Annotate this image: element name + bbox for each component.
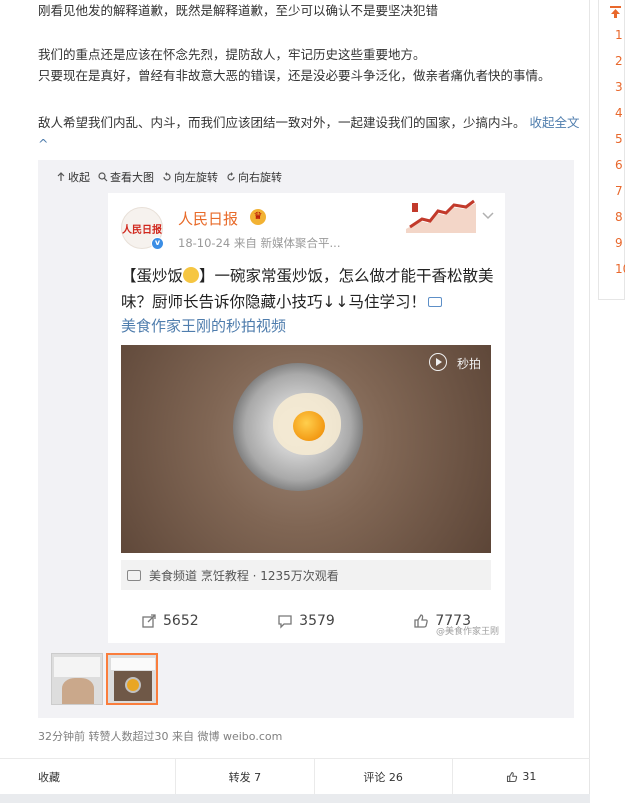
- rank-item[interactable]: 10: [615, 261, 625, 287]
- collapse-label: 收起: [68, 171, 90, 184]
- thumbnail-strip: [51, 653, 158, 705]
- thumbnail-1-header: [54, 657, 100, 677]
- rotate-right-icon: [227, 172, 235, 181]
- thumbs-up-icon: [414, 614, 429, 628]
- post-meta: 18-10-24 来自 新媒体聚合平...: [178, 236, 341, 250]
- rank-item[interactable]: 3: [615, 79, 625, 105]
- video-info-text: 美食频道 烹饪教程 · 1235万次观看: [149, 568, 339, 583]
- embedded-weibo-screenshot[interactable]: 人民日报 v 人民日报 ♛ 18-10-24 来自 新媒体聚合平... 【蛋炒饭…: [108, 193, 505, 643]
- repost-count: 5652: [163, 613, 199, 629]
- egg-yolk: [293, 411, 325, 441]
- rotate-left-icon: [163, 172, 171, 181]
- rank-list: 1 2 3 4 5 6 7 8 9 10: [615, 27, 625, 287]
- comment-count: 3579: [299, 613, 335, 629]
- crown-badge-icon: ♛: [250, 209, 266, 225]
- rank-item[interactable]: 4: [615, 105, 625, 131]
- post-paragraph-1: 刚看见他发的解释道歉，既然是解释道歉，至少可以确认不是要坚决犯错: [38, 3, 439, 18]
- thumbnail-2-header: [111, 658, 155, 670]
- media-viewer: 收起 查看大图 向左旋转 向右旋转 人民日报 v 人民日报 ♛ 18-10-24…: [38, 160, 574, 718]
- thumbnail-1[interactable]: [51, 653, 103, 705]
- video-watermark: 秒拍: [456, 357, 481, 371]
- weibo-post: 刚看见他发的解释道歉，既然是解释道歉，至少可以确认不是要坚决犯错 我们的重点还是…: [0, 0, 590, 803]
- action-bar: 收藏 转发 7 评论 26 31: [0, 758, 590, 794]
- post-text-part-1: 【蛋炒饭: [121, 267, 184, 285]
- rank-item[interactable]: 7: [615, 183, 625, 209]
- rotate-right-label: 向右旋转: [238, 171, 282, 184]
- media-toolbar: 收起 查看大图 向左旋转 向右旋转: [56, 168, 282, 186]
- video-info-bar: 美食频道 烹饪教程 · 1235万次观看: [121, 560, 491, 590]
- rank-item[interactable]: 1: [615, 27, 625, 53]
- thumbnail-1-portrait: [62, 678, 94, 704]
- repost-stat: 5652: [141, 613, 199, 629]
- weibo-watermark: @美食作家王刚: [435, 627, 499, 637]
- chevron-down-icon[interactable]: [482, 211, 494, 221]
- collect-button[interactable]: 收藏: [0, 759, 175, 794]
- collapse-button[interactable]: 收起: [56, 168, 90, 186]
- rotate-right-button[interactable]: 向右旋转: [226, 168, 282, 186]
- bottom-divider: [0, 794, 590, 803]
- comment-stat: 3579: [277, 613, 335, 629]
- like-button[interactable]: 31: [451, 759, 590, 794]
- embedded-post-text: 【蛋炒饭 】一碗家常蛋炒饭，怎么做才能干香松散美味？厨师长告诉你隐藏小技巧↓↓马住…: [121, 263, 499, 315]
- great-wall-banner-icon: [406, 199, 476, 233]
- rank-item[interactable]: 2: [615, 53, 625, 79]
- view-large-label: 查看大图: [110, 171, 154, 184]
- repost-icon: [142, 614, 156, 628]
- collect-label: 收藏: [38, 770, 60, 784]
- post-paragraph-3: 只要现在是真好，曾经有非故意大恶的错误，还是没必要斗争泛化，做亲者痛仇者快的事情…: [38, 68, 551, 83]
- repost-button[interactable]: 转发 7: [175, 759, 313, 794]
- account-name: 人民日报: [178, 210, 239, 228]
- arrow-up-icon: [57, 172, 65, 181]
- rotate-left-button[interactable]: 向左旋转: [162, 168, 218, 186]
- verified-badge-icon: v: [151, 237, 164, 250]
- comment-icon: [278, 615, 292, 629]
- smile-emoji-icon: [183, 267, 200, 283]
- hot-list-sidebar: 1 2 3 4 5 6 7 8 9 10: [598, 0, 625, 300]
- comment-button[interactable]: 评论 26: [313, 759, 452, 794]
- magnifier-icon: [98, 172, 108, 182]
- video-link-icon: [427, 297, 442, 307]
- post-footer-meta: 32分钟前 转赞人数超过30 来自 微博 weibo.com: [38, 730, 283, 743]
- video-thumbnail[interactable]: 秒拍: [121, 345, 491, 553]
- thumbs-up-icon: [507, 771, 518, 782]
- rank-item[interactable]: 9: [615, 235, 625, 261]
- rank-item[interactable]: 5: [615, 131, 625, 157]
- tv-icon: [127, 569, 141, 581]
- like-label: 31: [522, 770, 537, 783]
- rank-item[interactable]: 6: [615, 157, 625, 183]
- rotate-left-label: 向左旋转: [174, 171, 218, 184]
- view-large-button[interactable]: 查看大图: [98, 168, 154, 186]
- back-to-top-icon[interactable]: [610, 6, 621, 18]
- post-paragraph-group: 我们的重点还是应该在怀念先烈，提防敌人，牢记历史这些重要地方。 只要现在是真好，…: [38, 44, 583, 86]
- post-paragraph-4: 敌人希望我们内乱、内斗，而我们应该团结一致对外，一起建设我们的国家，少搞内斗。: [38, 115, 526, 130]
- repost-label: 转发 7: [228, 770, 262, 784]
- video-source-link[interactable]: 美食作家王刚的秒拍视频: [121, 315, 286, 336]
- comment-label: 评论 26: [363, 770, 403, 784]
- thumbnail-2-bowl: [125, 677, 141, 693]
- post-paragraph-2: 我们的重点还是应该在怀念先烈，提防敌人，牢记历史这些重要地方。: [38, 47, 426, 62]
- play-icon: [429, 353, 447, 371]
- thumbnail-2-selected[interactable]: [106, 653, 158, 705]
- rank-item[interactable]: 8: [615, 209, 625, 235]
- post-paragraph-4-wrap: 敌人希望我们内乱、内斗，而我们应该团结一致对外，一起建设我们的国家，少搞内斗。 …: [38, 112, 583, 154]
